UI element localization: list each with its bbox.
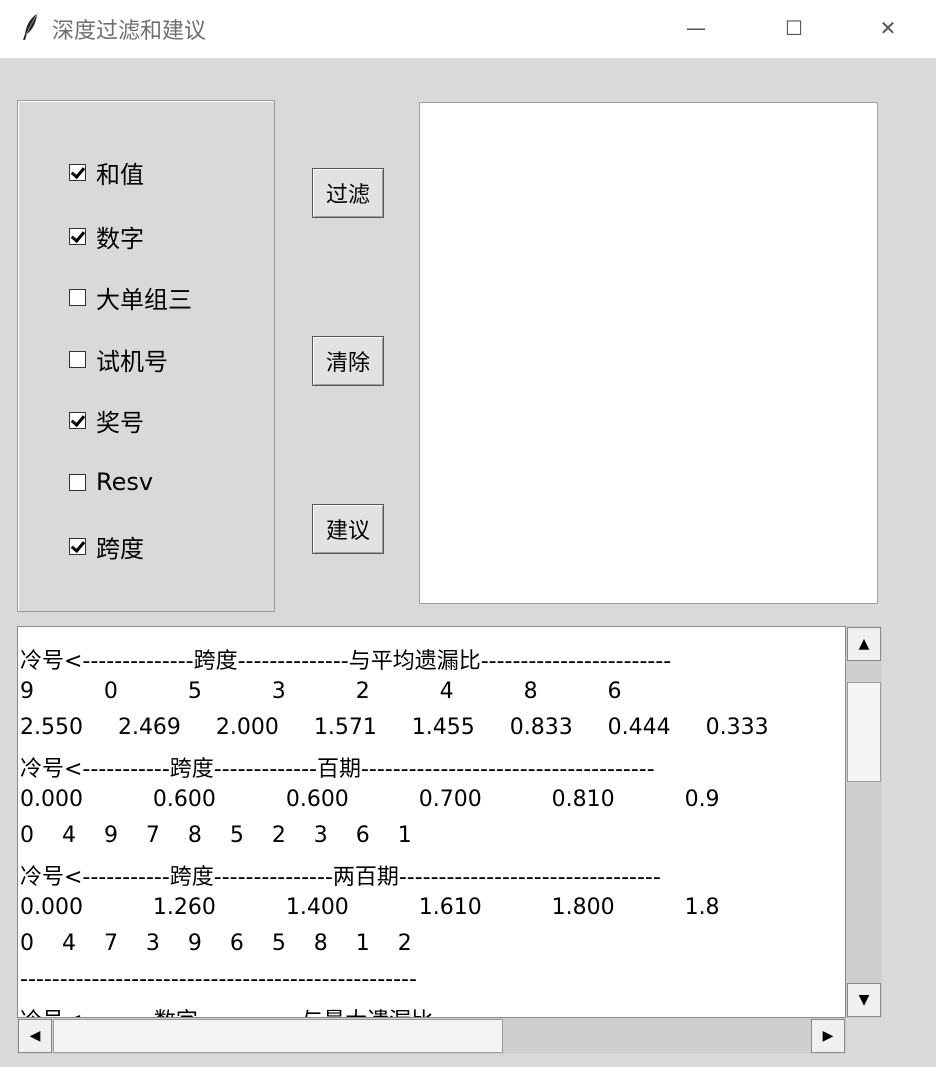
minimize-button[interactable]: — [666,8,726,48]
checkbox-resv-box[interactable] [69,473,86,491]
checkbox-sum-box[interactable] [69,164,86,181]
checkbox-prize-number-box[interactable] [69,412,86,429]
output-line: 冷号<---------数字-------------与最大遗漏比-------… [20,1003,639,1017]
checkbox-trial-number-label: 试机号 [96,348,168,376]
scroll-down-arrow-icon[interactable]: ▼ [847,983,881,1017]
checkbox-trial-number[interactable]: 试机号 [69,342,168,377]
horizontal-scrollbar[interactable]: ◀ ▶ [17,1018,846,1054]
feather-icon [23,13,38,40]
checkbox-prize-number[interactable]: 奖号 [69,403,144,438]
checkbox-big-group3-box[interactable] [69,289,86,306]
checkbox-big-group3-label: 大单组三 [96,286,192,314]
maximize-button[interactable]: ☐ [764,8,824,48]
output-line: 2.550 2.469 2.000 1.571 1.455 0.833 0.44… [20,715,769,740]
checkbox-prize-number-label: 奖号 [96,409,144,437]
output-line: 0.000 1.260 1.400 1.610 1.800 1.8 [20,895,720,920]
output-text-area[interactable]: 冷号<--------------跨度--------------与平均遗漏比-… [17,626,846,1018]
clear-button[interactable]: 清除 [312,336,384,386]
checkbox-digits-box[interactable] [69,228,86,245]
title-bar: 深度过滤和建议 — ☐ ✕ [0,0,936,58]
checkbox-big-group3[interactable]: 大单组三 [69,280,192,315]
output-line: 冷号<-----------跨度-------------百期---------… [20,757,655,782]
checkbox-sum-label: 和值 [96,161,144,189]
output-line: 冷号<-----------跨度---------------两百期------… [20,865,661,890]
checkbox-span[interactable]: 跨度 [69,529,144,564]
checkbox-digits[interactable]: 数字 [69,219,144,254]
vertical-scroll-thumb[interactable] [847,682,881,782]
scroll-left-arrow-icon[interactable]: ◀ [18,1019,52,1053]
scroll-up-arrow-icon[interactable]: ▲ [847,627,881,661]
suggest-button[interactable]: 建议 [312,504,384,554]
checkbox-span-box[interactable] [69,538,86,555]
filter-button[interactable]: 过滤 [312,168,384,218]
output-line: ----------------------------------------… [20,967,417,992]
output-line: 0 4 7 3 9 6 5 8 1 2 [20,931,412,956]
output-line: 0 4 9 7 8 5 2 3 6 1 [20,823,412,848]
result-listbox[interactable] [419,102,878,604]
checkbox-digits-label: 数字 [96,225,144,253]
checkbox-trial-number-box[interactable] [69,351,86,368]
checkbox-resv-label: Resv [96,468,154,496]
scroll-right-arrow-icon[interactable]: ▶ [811,1019,845,1053]
output-line: 0.000 0.600 0.600 0.700 0.810 0.9 [20,787,720,812]
output-line: 冷号<--------------跨度--------------与平均遗漏比-… [20,649,672,674]
vertical-scrollbar[interactable]: ▲ ▼ [846,626,882,1018]
horizontal-scroll-thumb[interactable] [53,1019,503,1053]
checkbox-sum[interactable]: 和值 [69,155,144,190]
output-line: 9 0 5 3 2 4 8 6 [20,679,622,704]
close-button[interactable]: ✕ [858,8,918,48]
checkbox-resv[interactable]: Resv [69,468,153,496]
window-title: 深度过滤和建议 [52,19,207,44]
checkbox-span-label: 跨度 [96,535,144,563]
